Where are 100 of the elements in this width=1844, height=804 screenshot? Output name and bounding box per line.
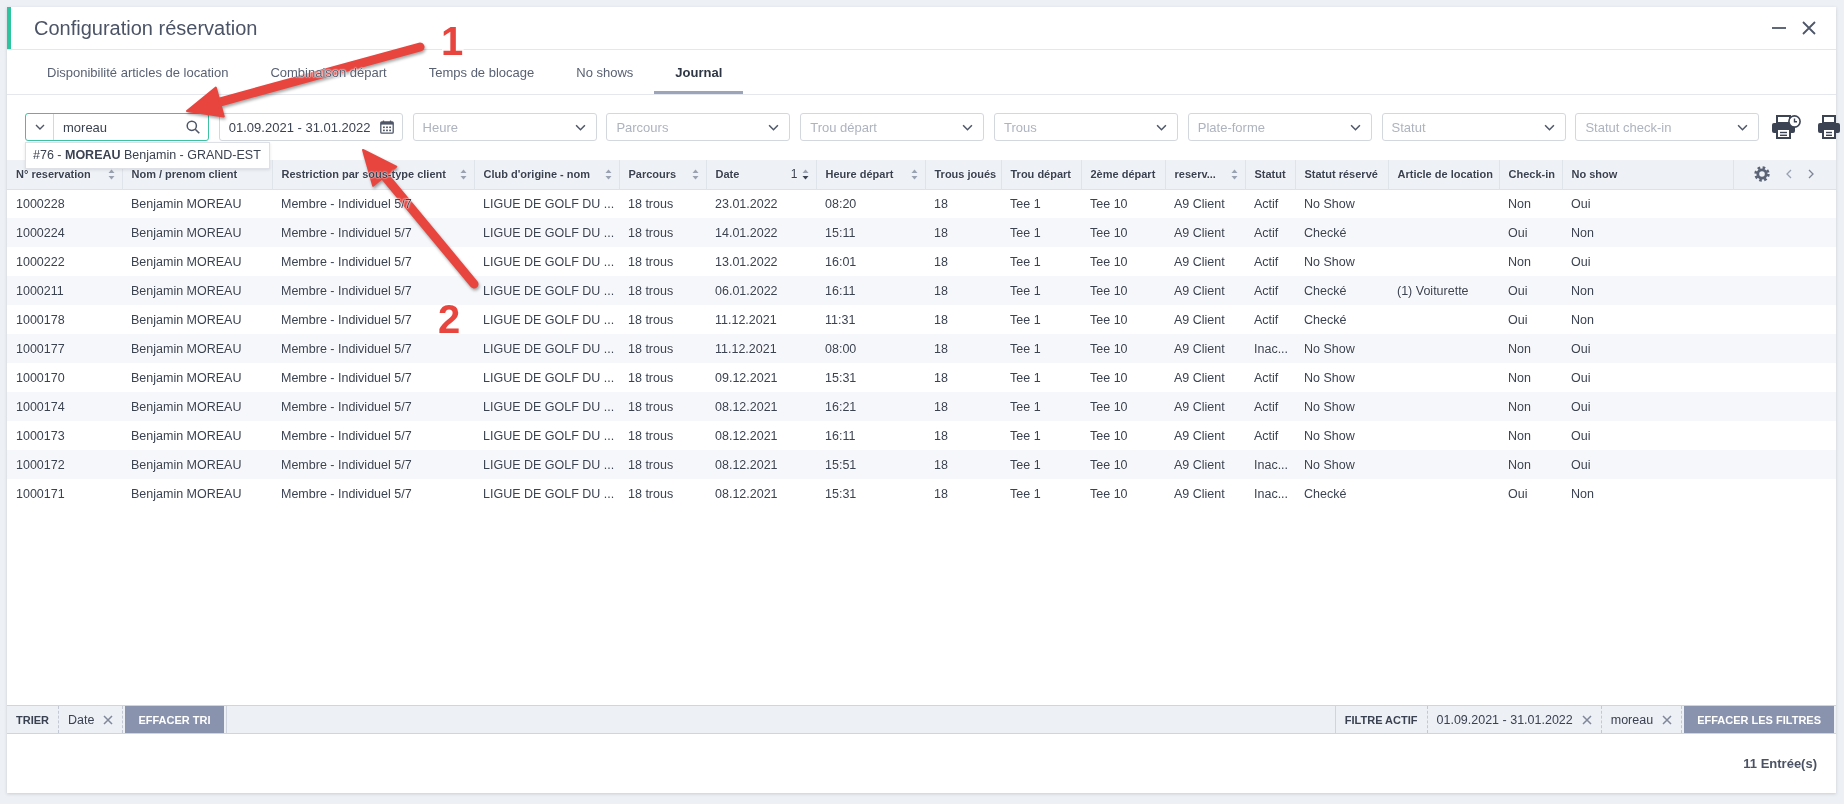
- close-button[interactable]: [1802, 21, 1816, 35]
- table-cell: Tee 1: [1010, 283, 1041, 298]
- table-cell: Benjamin MOREAU: [131, 457, 242, 472]
- table-cell: Oui: [1508, 225, 1528, 240]
- sort-tag[interactable]: Date: [59, 706, 124, 733]
- tab[interactable]: Journal: [654, 50, 744, 94]
- sort-label: TRIER: [7, 706, 59, 733]
- close-icon[interactable]: [103, 714, 114, 725]
- column-header: 2ème départ: [1081, 160, 1165, 189]
- close-icon[interactable]: [1581, 714, 1592, 725]
- table-cell: 18 trous: [628, 225, 674, 240]
- table-cell: Checké: [1304, 225, 1347, 240]
- table-cell: 18: [934, 254, 948, 269]
- table-cell: Tee 10: [1090, 283, 1128, 298]
- column-header[interactable]: Heure départ: [816, 160, 925, 189]
- table-cell: 09.12.2021: [715, 370, 778, 385]
- filter-tag[interactable]: 01.09.2021 - 31.01.2022: [1427, 706, 1602, 733]
- table-cell: Membre - Individuel 5/7: [281, 370, 412, 385]
- table-cell: A9 Client: [1174, 196, 1225, 211]
- table-cell: 14.01.2022: [715, 225, 778, 240]
- annotation-number: 2: [437, 297, 461, 341]
- table-cell: Oui: [1571, 370, 1591, 385]
- table-cell: Actif: [1254, 399, 1279, 414]
- table-cell: 18: [934, 225, 948, 240]
- table-cell: LIGUE DE GOLF DU ...: [483, 370, 615, 385]
- table-cell: Tee 10: [1090, 312, 1128, 327]
- table-cell: 18 trous: [628, 457, 674, 472]
- table-cell: 18: [934, 196, 948, 211]
- column-header[interactable]: Club d'origine - nom: [474, 160, 619, 189]
- annotation-number: 1: [440, 19, 464, 63]
- table-cell: Tee 10: [1090, 254, 1128, 269]
- chevron-down-icon: [1737, 123, 1749, 131]
- calendar-icon[interactable]: [379, 120, 394, 134]
- table-cell: Benjamin MOREAU: [131, 254, 242, 269]
- table-cell: 18 trous: [628, 254, 674, 269]
- table-cell: Benjamin MOREAU: [131, 486, 242, 501]
- table-cell: 11.12.2021: [715, 341, 777, 356]
- filter-tag[interactable]: moreau: [1601, 706, 1683, 733]
- table-cell: Oui: [1571, 254, 1591, 269]
- tab[interactable]: Disponibilité articles de location: [26, 50, 250, 94]
- table-cell: Oui: [1571, 399, 1591, 414]
- table-cell: 15:31: [825, 486, 857, 501]
- table-cell: 08.12.2021: [715, 428, 778, 443]
- window-title: Configuration réservation: [34, 16, 258, 40]
- table-cell: A9 Client: [1174, 283, 1225, 298]
- column-header[interactable]: reserv...: [1165, 160, 1245, 189]
- table-cell: Tee 10: [1090, 486, 1128, 501]
- table-cell: 1000224: [16, 225, 65, 240]
- table-cell: 15:51: [825, 457, 857, 472]
- printer-clock-icon: [1771, 115, 1802, 139]
- table-cell: No Show: [1304, 370, 1355, 385]
- table-cell: Actif: [1254, 225, 1279, 240]
- suggestion-item[interactable]: #76 - MOREAU Benjamin - GRAND-EST: [25, 142, 270, 169]
- chevron-down-icon[interactable]: [34, 124, 45, 130]
- chevron-right-icon[interactable]: [1807, 169, 1814, 180]
- table-cell: Tee 10: [1090, 196, 1128, 211]
- table-cell: LIGUE DE GOLF DU ...: [483, 428, 615, 443]
- table-cell: No Show: [1304, 399, 1355, 414]
- table-cell: 1000228: [16, 196, 65, 211]
- table-cell: 1000211: [16, 283, 64, 298]
- table-cell: Inac...: [1254, 486, 1289, 501]
- table-cell: Tee 10: [1090, 399, 1128, 414]
- table-cell: 15:31: [825, 370, 857, 385]
- table-cell: Non: [1508, 196, 1531, 211]
- table-cell: Non: [1508, 254, 1531, 269]
- column-header[interactable]: N° reservation: [7, 160, 122, 189]
- table-cell: Benjamin MOREAU: [131, 341, 242, 356]
- date-range-field[interactable]: 01.09.2021 - 31.01.2022: [218, 113, 403, 141]
- table-cell: Tee 10: [1090, 341, 1128, 356]
- table-cell: Actif: [1254, 283, 1279, 298]
- tab[interactable]: No shows: [555, 50, 655, 94]
- chevron-down-icon: [1156, 123, 1167, 131]
- search-field[interactable]: moreau: [25, 113, 209, 141]
- table-cell: Tee 1: [1010, 457, 1041, 472]
- sort-icon[interactable]: [801, 168, 809, 180]
- close-icon[interactable]: [1662, 714, 1673, 725]
- column-header[interactable]: Date 1: [706, 160, 816, 189]
- table-cell: LIGUE DE GOLF DU ...: [483, 283, 615, 298]
- chevron-down-icon: [1543, 123, 1555, 131]
- table-cell: Tee 1: [1010, 341, 1041, 356]
- search-icon[interactable]: [186, 120, 200, 134]
- table-cell: Tee 1: [1010, 254, 1041, 269]
- chevron-left-icon[interactable]: [1785, 169, 1792, 180]
- table-cell: A9 Client: [1174, 457, 1225, 472]
- settings-icon[interactable]: [1753, 166, 1770, 183]
- table-cell: 18 trous: [628, 341, 674, 356]
- table-cell: 16:01: [825, 254, 857, 269]
- column-header: Article de location: [1388, 160, 1499, 189]
- sort-rank: 1: [790, 167, 798, 182]
- column-header[interactable]: Parcours: [619, 160, 706, 189]
- table-cell: 08.12.2021: [715, 399, 778, 414]
- table-cell: 16:11: [825, 283, 856, 298]
- scheduled-print-button[interactable]: [1771, 113, 1802, 141]
- table-cell: Membre - Individuel 5/7: [281, 457, 412, 472]
- column-header: Statut réservé: [1295, 160, 1388, 189]
- table-cell: 16:21: [825, 399, 857, 414]
- table-cell: Actif: [1254, 254, 1279, 269]
- table-cell: LIGUE DE GOLF DU ...: [483, 486, 615, 501]
- table-cell: Tee 1: [1010, 370, 1041, 385]
- table-cell: 15:11: [825, 225, 856, 240]
